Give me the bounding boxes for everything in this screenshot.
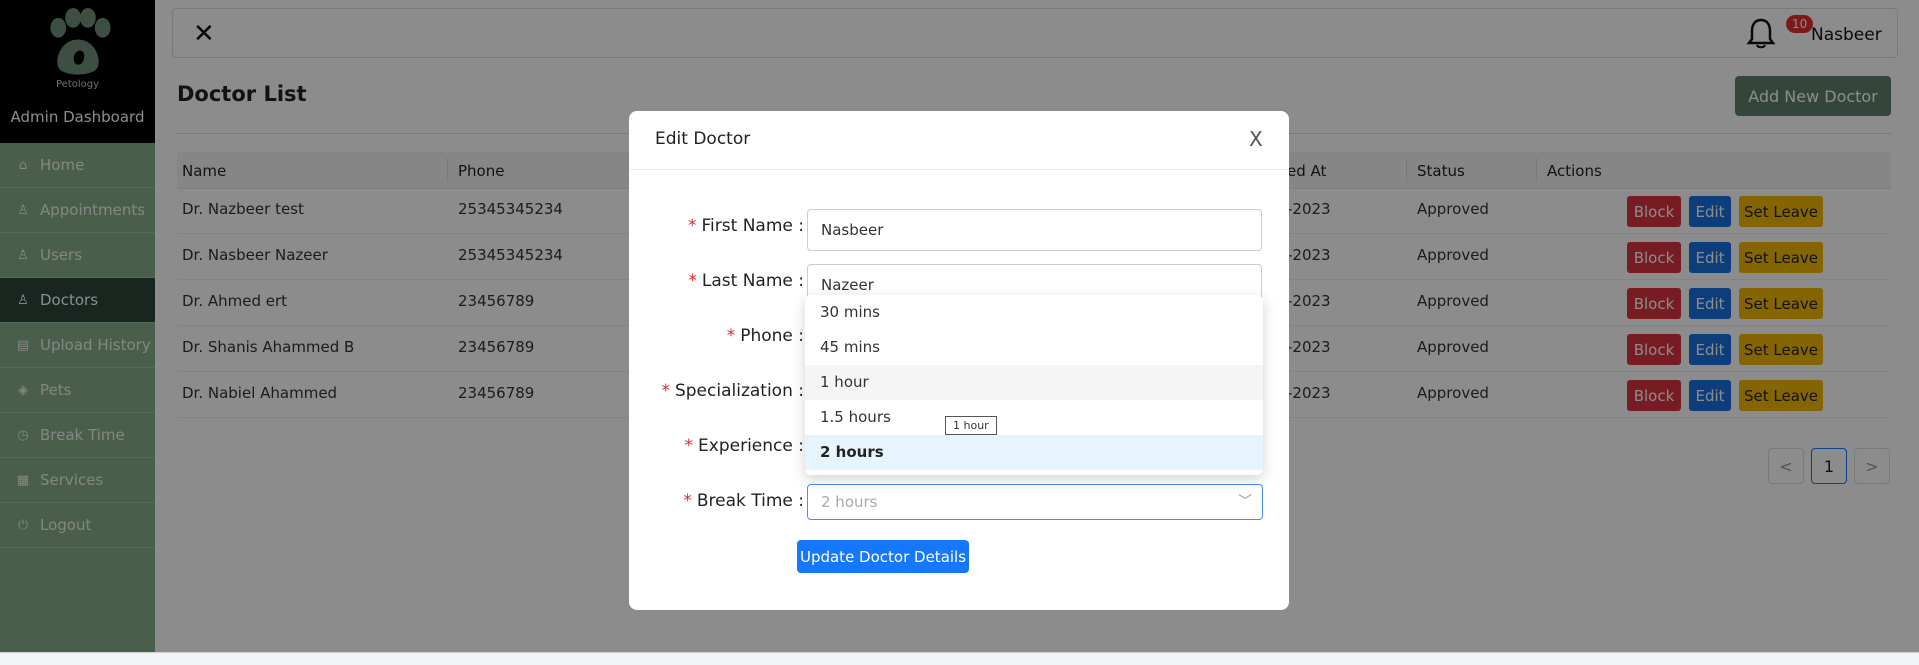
first-name-label: * First Name : bbox=[688, 216, 804, 236]
break-time-label: * Break Time : bbox=[683, 491, 804, 511]
modal-divider bbox=[629, 169, 1289, 170]
modal-close-icon[interactable]: X bbox=[1249, 127, 1263, 151]
experience-label: * Experience : bbox=[684, 436, 804, 456]
dropdown-option[interactable]: 1 hour bbox=[805, 365, 1263, 400]
first-name-input[interactable]: Nasbeer bbox=[807, 209, 1262, 251]
phone-label: * Phone : bbox=[726, 326, 804, 346]
specialization-label: * Specialization : bbox=[661, 381, 804, 401]
break-time-value: 2 hours bbox=[821, 493, 878, 511]
chevron-down-icon: ﹀ bbox=[1238, 494, 1252, 510]
tooltip: 1 hour bbox=[945, 416, 997, 435]
dropdown-option[interactable]: 2 hours bbox=[805, 435, 1263, 470]
dropdown-option[interactable]: 1.5 hours bbox=[805, 400, 1263, 435]
devtools-bar bbox=[0, 652, 1919, 665]
break-time-select[interactable]: 2 hours ﹀ bbox=[807, 484, 1263, 520]
update-doctor-button[interactable]: Update Doctor Details bbox=[797, 540, 969, 573]
modal-title: Edit Doctor bbox=[655, 129, 751, 149]
last-name-label: * Last Name : bbox=[688, 271, 804, 291]
dropdown-option[interactable]: 45 mins bbox=[805, 330, 1263, 365]
break-time-dropdown: 30 mins 45 mins 1 hour 1.5 hours 2 hours bbox=[805, 295, 1263, 475]
dropdown-option[interactable]: 30 mins bbox=[805, 295, 1263, 330]
